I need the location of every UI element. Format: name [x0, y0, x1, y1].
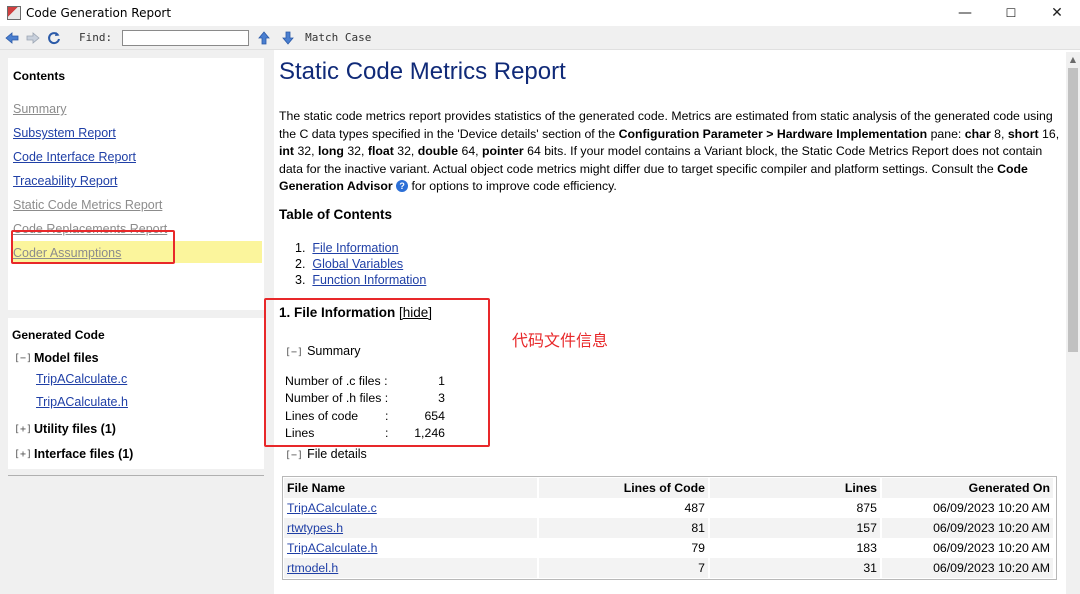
file-details-table: File Name Lines of Code Lines Generated …: [284, 478, 1055, 578]
column-header-lines: Lines: [709, 478, 882, 498]
navigation-pane: Contents Summary Subsystem Report Code I…: [0, 50, 270, 594]
file-link[interactable]: rtwtypes.h: [287, 521, 343, 535]
find-previous-icon[interactable]: [255, 29, 273, 47]
generated-on-cell: 06/09/2023 10:20 AM: [881, 498, 1055, 518]
file-details-toggle[interactable]: [−]: [285, 450, 303, 461]
table-row: TripACalculate.c 487 875 06/09/2023 10:2…: [284, 498, 1055, 518]
help-icon[interactable]: ?: [396, 180, 409, 192]
find-next-icon[interactable]: [279, 29, 297, 47]
column-header-generated-on: Generated On: [881, 478, 1055, 498]
table-header-row: File Name Lines of Code Lines Generated …: [284, 478, 1055, 498]
file-link[interactable]: TripACalculate.h: [287, 541, 377, 555]
report-content: Static Code Metrics Report The static co…: [264, 52, 1066, 594]
window-controls: — ☐ ✕: [942, 0, 1080, 26]
column-header-lines-of-code: Lines of Code: [538, 478, 710, 498]
scroll-up-icon[interactable]: ▲: [1066, 52, 1080, 66]
panel-divider: [8, 475, 264, 476]
sidebar-item-traceability-report[interactable]: Traceability Report: [13, 174, 117, 188]
sidebar-item-static-code-metrics-report[interactable]: Static Code Metrics Report: [13, 198, 162, 212]
find-input[interactable]: [122, 29, 250, 46]
file-link-tripacalculate-c[interactable]: TripACalculate.c: [36, 372, 127, 386]
file-details-header[interactable]: [−] File details: [285, 447, 367, 461]
toc-link-file-information[interactable]: File Information: [312, 241, 398, 255]
toolbar: Find: Match Case: [0, 26, 1080, 50]
toc-item-file-information: 1. File Information: [295, 241, 399, 255]
annotation-highlight-box: [264, 298, 490, 447]
interface-files-toggle[interactable]: [+]: [14, 449, 32, 460]
column-header-file-name: File Name: [284, 478, 539, 498]
refresh-icon[interactable]: [45, 29, 63, 47]
lines-of-code-cell: 7: [538, 558, 710, 578]
file-link[interactable]: rtmodel.h: [287, 561, 338, 575]
toc-heading: Table of Contents: [279, 207, 392, 222]
report-description: The static code metrics report provides …: [279, 109, 1060, 193]
match-case-toggle[interactable]: Match Case: [305, 31, 371, 44]
lines-of-code-cell: 81: [538, 518, 710, 538]
lines-cell: 157: [709, 518, 882, 538]
generated-on-cell: 06/09/2023 10:20 AM: [881, 558, 1055, 578]
sidebar-item-summary[interactable]: Summary: [13, 102, 66, 116]
model-files-label[interactable]: Model files: [34, 351, 99, 365]
lines-cell: 31: [709, 558, 882, 578]
contents-panel: Contents Summary Subsystem Report Code I…: [8, 58, 264, 310]
generated-code-title: Generated Code: [12, 328, 105, 342]
file-link[interactable]: TripACalculate.c: [287, 501, 377, 515]
lines-of-code-cell: 79: [538, 538, 710, 558]
maximize-button[interactable]: ☐: [988, 0, 1034, 26]
generated-on-cell: 06/09/2023 10:20 AM: [881, 518, 1055, 538]
forward-arrow-icon[interactable]: [24, 29, 42, 47]
toc-item-global-variables: 2. Global Variables: [295, 257, 404, 271]
toc-item-function-information: 3. Function Information: [295, 273, 427, 287]
lines-cell: 875: [709, 498, 882, 518]
back-arrow-icon[interactable]: [3, 29, 21, 47]
file-link-tripacalculate-h[interactable]: TripACalculate.h: [36, 395, 128, 409]
sidebar-item-code-interface-report[interactable]: Code Interface Report: [13, 150, 136, 164]
annotation-highlight-box: [11, 230, 175, 264]
toc-link-global-variables[interactable]: Global Variables: [312, 257, 403, 271]
page-title: Static Code Metrics Report: [279, 58, 566, 85]
sidebar-item-subsystem-report[interactable]: Subsystem Report: [13, 126, 116, 140]
interface-files-label[interactable]: Interface files (1): [34, 447, 133, 461]
toc-link-function-information[interactable]: Function Information: [312, 273, 426, 287]
table-row: rtmodel.h 7 31 06/09/2023 10:20 AM: [284, 558, 1055, 578]
generated-code-panel: Generated Code [−] Model files TripACalc…: [8, 318, 264, 469]
contents-title: Contents: [13, 69, 65, 83]
table-row: TripACalculate.h 79 183 06/09/2023 10:20…: [284, 538, 1055, 558]
utility-files-label[interactable]: Utility files (1): [34, 422, 116, 436]
title-bar: Code Generation Report — ☐ ✕: [0, 0, 1080, 26]
generated-on-cell: 06/09/2023 10:20 AM: [881, 538, 1055, 558]
model-files-toggle[interactable]: [−]: [14, 353, 32, 364]
minimize-button[interactable]: —: [942, 0, 988, 26]
annotation-text: 代码文件信息: [512, 331, 609, 350]
lines-cell: 183: [709, 538, 882, 558]
scrollbar-thumb[interactable]: [1068, 68, 1078, 352]
vertical-scrollbar[interactable]: ▲: [1066, 52, 1080, 594]
table-row: rtwtypes.h 81 157 06/09/2023 10:20 AM: [284, 518, 1055, 538]
app-icon: [7, 6, 21, 20]
utility-files-toggle[interactable]: [+]: [14, 424, 32, 435]
close-button[interactable]: ✕: [1034, 0, 1080, 26]
find-label: Find:: [79, 31, 113, 44]
lines-of-code-cell: 487: [538, 498, 710, 518]
window-title: Code Generation Report: [26, 6, 172, 20]
